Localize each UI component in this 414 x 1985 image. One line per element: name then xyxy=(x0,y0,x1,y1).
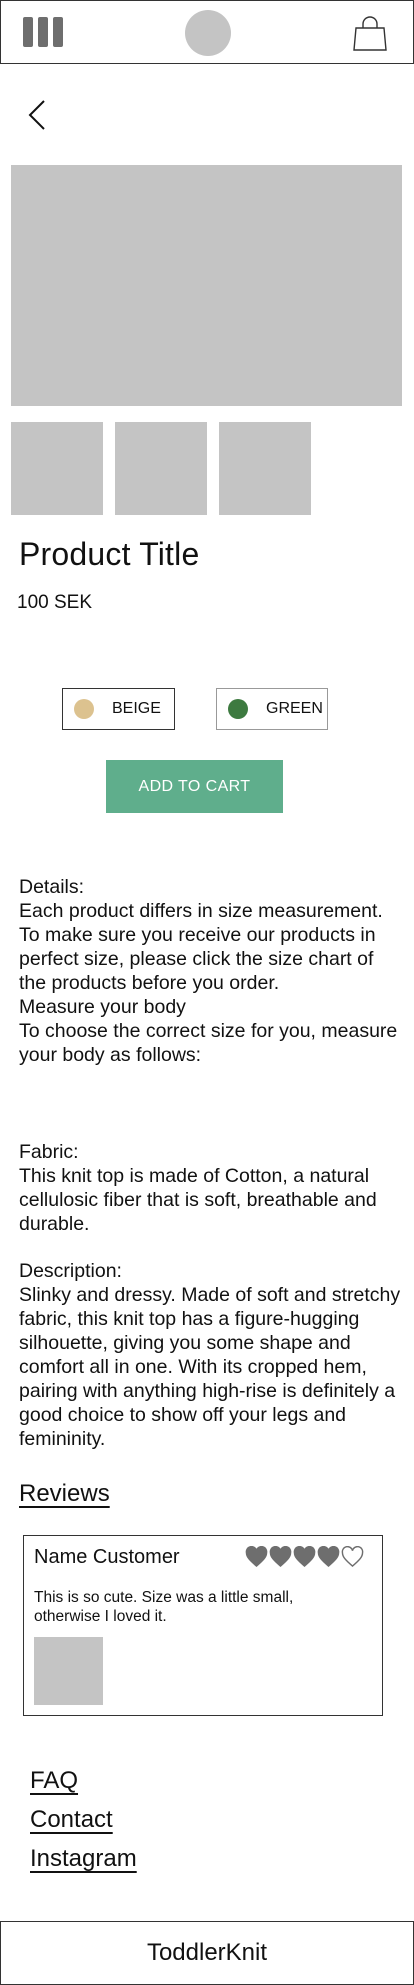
details-line: To make sure you receive our products in… xyxy=(19,924,376,994)
product-title: Product Title xyxy=(19,536,200,572)
description-section: Description: Slinky and dressy. Made of … xyxy=(19,1259,404,1451)
description-heading: Description: xyxy=(19,1260,122,1282)
heart-filled-icon xyxy=(245,1546,268,1568)
fabric-text: This knit top is made of Cotton, a natur… xyxy=(19,1165,377,1235)
details-line: Measure your body xyxy=(19,996,186,1018)
details-heading: Details: xyxy=(19,876,85,898)
logo-placeholder[interactable] xyxy=(185,10,231,56)
heart-filled-icon xyxy=(269,1546,292,1568)
shopping-bag-icon[interactable] xyxy=(351,14,389,52)
add-to-cart-button[interactable]: ADD TO CART xyxy=(106,760,283,813)
fabric-section: Fabric: This knit top is made of Cotton,… xyxy=(19,1140,404,1236)
review-text: This is so cute. Size was a little small… xyxy=(34,1589,294,1625)
color-option-green[interactable]: GREEN xyxy=(216,688,328,730)
heart-outline-icon xyxy=(341,1546,364,1568)
product-price: 100 SEK xyxy=(17,592,92,613)
review-card: Name Customer This is so cute. Size was … xyxy=(23,1535,383,1716)
details-line: To choose the correct size for you, meas… xyxy=(19,1020,398,1066)
details-section: Details: Each product differs in size me… xyxy=(19,875,404,1067)
top-header xyxy=(0,0,414,64)
heart-filled-icon xyxy=(293,1546,316,1568)
description-text: Slinky and dressy. Made of soft and stre… xyxy=(19,1284,401,1450)
color-label: GREEN xyxy=(266,700,323,717)
color-label: BEIGE xyxy=(112,700,161,717)
product-main-image xyxy=(11,165,402,406)
footer-link-faq[interactable]: FAQ xyxy=(30,1767,78,1795)
chevron-left-icon[interactable] xyxy=(24,98,52,132)
product-thumbnail[interactable] xyxy=(11,422,103,515)
color-option-beige[interactable]: BEIGE xyxy=(62,688,175,730)
fabric-heading: Fabric: xyxy=(19,1141,79,1163)
review-photo[interactable] xyxy=(34,1637,103,1705)
footer-link-contact[interactable]: Contact xyxy=(30,1806,113,1834)
rating-stars xyxy=(245,1546,364,1568)
reviews-heading[interactable]: Reviews xyxy=(19,1480,110,1508)
color-dot-beige xyxy=(74,699,94,719)
product-thumbnail[interactable] xyxy=(115,422,207,515)
product-thumbnail[interactable] xyxy=(219,422,311,515)
menu-icon[interactable] xyxy=(23,17,63,47)
details-line: Each product differs in size measurement… xyxy=(19,900,383,922)
footer-link-instagram[interactable]: Instagram xyxy=(30,1845,137,1873)
heart-filled-icon xyxy=(317,1546,340,1568)
reviewer-name: Name Customer xyxy=(34,1546,180,1568)
footer-brand: ToddlerKnit xyxy=(0,1921,414,1985)
color-dot-green xyxy=(228,699,248,719)
